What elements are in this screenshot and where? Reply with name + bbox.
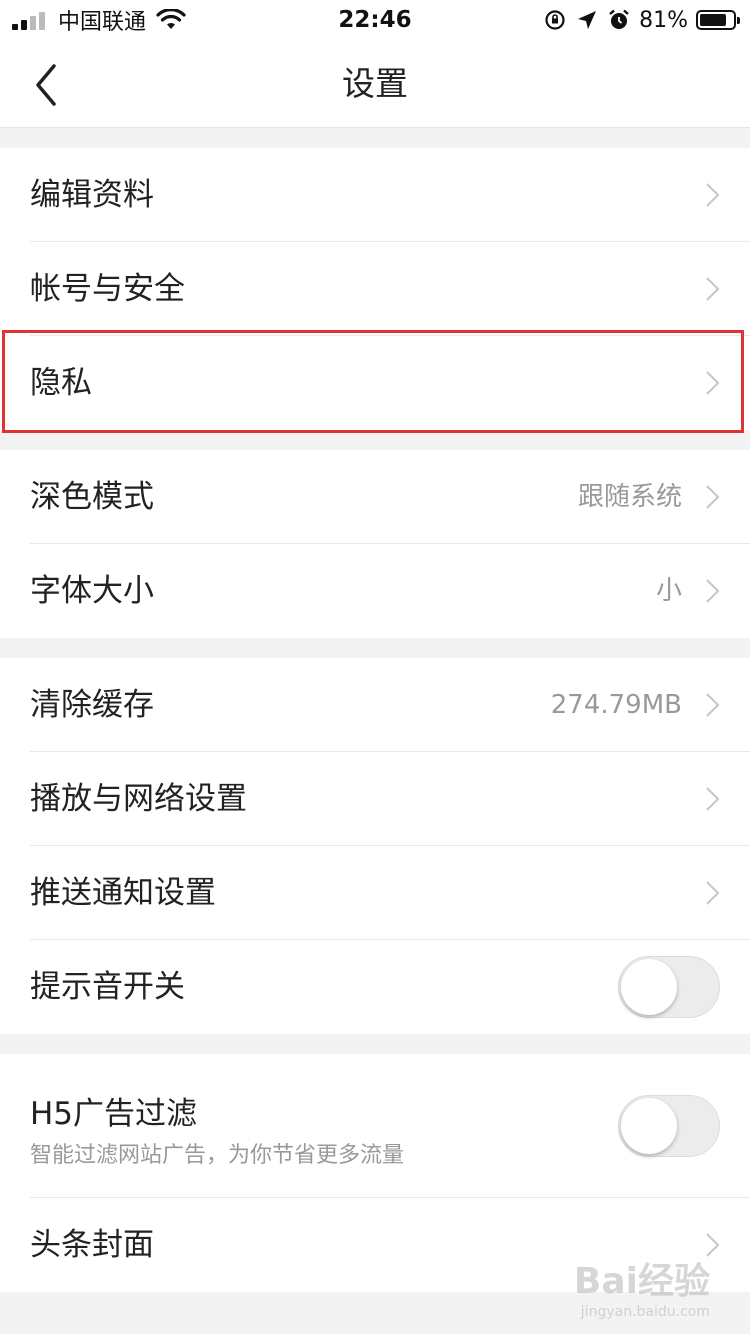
row-value: 跟随系统 bbox=[577, 482, 682, 512]
chevron-right-icon bbox=[706, 371, 720, 395]
row-label: H5广告过滤 bbox=[30, 1096, 198, 1132]
sound-toggle[interactable] bbox=[618, 956, 720, 1018]
row-label: 字体大小 bbox=[30, 573, 154, 609]
settings-row-account-security[interactable]: 帐号与安全 bbox=[0, 242, 750, 336]
row-label: 帐号与安全 bbox=[30, 271, 185, 307]
chevron-right-icon bbox=[706, 579, 720, 603]
nav-bar: 设置 bbox=[0, 40, 750, 128]
orientation-lock-icon bbox=[545, 10, 565, 30]
row-label: 提示音开关 bbox=[30, 969, 185, 1005]
settings-row-h5-ad-filter: H5广告过滤 智能过滤网站广告，为你节省更多流量 bbox=[0, 1054, 750, 1198]
row-label: 编辑资料 bbox=[30, 177, 154, 213]
h5-ad-filter-toggle[interactable] bbox=[618, 1095, 720, 1157]
settings-row-dark-mode[interactable]: 深色模式 跟随系统 bbox=[0, 450, 750, 544]
alarm-icon bbox=[609, 9, 629, 29]
chevron-right-icon bbox=[706, 881, 720, 905]
row-label: 隐私 bbox=[30, 365, 92, 401]
row-label: 推送通知设置 bbox=[30, 875, 216, 911]
chevron-left-icon[interactable] bbox=[22, 60, 72, 110]
chevron-right-icon bbox=[706, 183, 720, 207]
row-label: 播放与网络设置 bbox=[30, 781, 247, 817]
row-label: 清除缓存 bbox=[30, 687, 154, 723]
row-value: 274.79MB bbox=[550, 690, 682, 720]
chevron-right-icon bbox=[706, 787, 720, 811]
page-title: 设置 bbox=[342, 64, 408, 103]
settings-group-display: 深色模式 跟随系统 字体大小 小 bbox=[0, 450, 750, 638]
row-subtitle: 智能过滤网站广告，为你节省更多流量 bbox=[30, 1143, 405, 1168]
location-icon bbox=[578, 11, 597, 29]
battery-fill bbox=[700, 14, 726, 26]
chevron-right-icon bbox=[706, 277, 720, 301]
battery-icon bbox=[696, 10, 740, 30]
settings-group-general: 清除缓存 274.79MB 播放与网络设置 推送通知设置 提示音开关 bbox=[0, 658, 750, 1034]
settings-row-push-notifications[interactable]: 推送通知设置 bbox=[0, 846, 750, 940]
settings-row-clear-cache[interactable]: 清除缓存 274.79MB bbox=[0, 658, 750, 752]
row-label: 头条封面 bbox=[30, 1227, 154, 1263]
settings-row-privacy[interactable]: 隐私 bbox=[0, 336, 750, 430]
settings-group-account: 编辑资料 帐号与安全 隐私 bbox=[0, 148, 750, 430]
row-value: 小 bbox=[655, 576, 682, 606]
watermark-logo: Bai经验 bbox=[573, 1261, 710, 1302]
status-right: 81% bbox=[543, 0, 740, 40]
battery-percent: 81% bbox=[639, 7, 688, 33]
settings-row-font-size[interactable]: 字体大小 小 bbox=[0, 544, 750, 638]
watermark-url: jingyan.baidu.com bbox=[580, 1304, 710, 1320]
chevron-right-icon bbox=[706, 485, 720, 509]
settings-row-edit-profile[interactable]: 编辑资料 bbox=[0, 148, 750, 242]
row-label: 深色模式 bbox=[30, 479, 154, 515]
settings-row-playback-network[interactable]: 播放与网络设置 bbox=[0, 752, 750, 846]
status-bar: 中国联通 22:46 81% bbox=[0, 0, 750, 40]
chevron-right-icon bbox=[706, 693, 720, 717]
settings-row-sound: 提示音开关 bbox=[0, 940, 750, 1034]
